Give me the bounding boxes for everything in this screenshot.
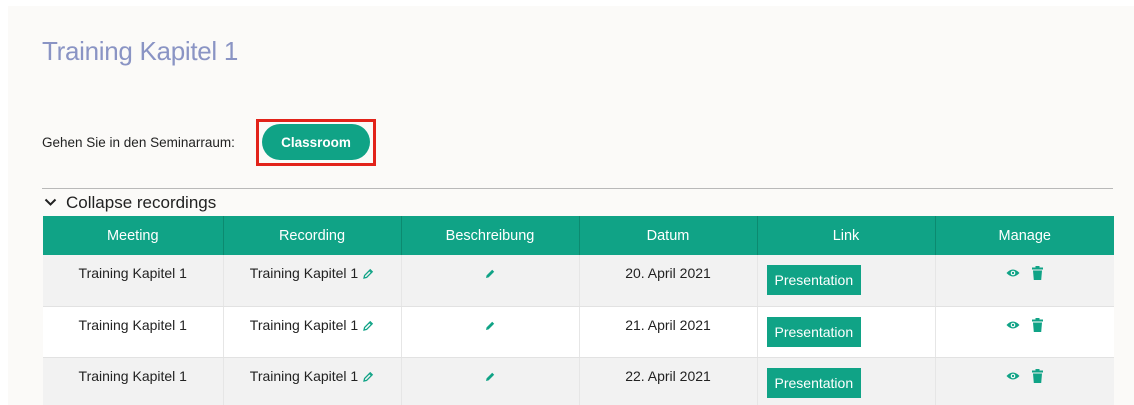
description-cell [401,357,580,405]
pencil-icon[interactable] [362,268,374,280]
pencil-icon[interactable] [484,320,496,332]
table-row: Training Kapitel 1 Training Kapitel 1 21… [43,306,1114,358]
recording-name: Training Kapitel 1 [249,316,359,333]
trash-icon[interactable] [1032,317,1044,332]
manage-cell [935,357,1114,405]
seminar-room-row: Gehen Sie in den Seminarraum: [42,124,235,160]
recording-name: Training Kapitel 1 [249,367,359,384]
manage-cell [935,306,1114,358]
recording-cell: Training Kapitel 1 [223,255,402,307]
description-cell [401,255,580,307]
presentation-button[interactable]: Presentation [766,367,862,398]
column-header-datum: Datum [579,216,758,255]
recordings-table: Meeting Recording Beschreibung Datum Lin… [43,216,1114,405]
classroom-button[interactable]: Classroom [262,124,370,160]
eye-icon[interactable] [1006,371,1020,381]
pencil-icon[interactable] [362,371,374,383]
collapse-recordings-toggle[interactable]: Collapse recordings [44,193,216,213]
page-title: Training Kapitel 1 [42,36,238,66]
meeting-cell: Training Kapitel 1 [43,306,224,358]
eye-icon[interactable] [1006,320,1020,330]
recording-cell: Training Kapitel 1 [223,306,402,358]
trash-icon[interactable] [1032,266,1044,280]
recording-name: Training Kapitel 1 [249,265,359,281]
recording-cell: Training Kapitel 1 [223,357,402,405]
link-cell: Presentation [757,306,936,358]
meeting-cell: Training Kapitel 1 [43,255,224,307]
link-cell: Presentation [757,255,936,307]
column-header-meeting: Meeting [43,216,224,255]
table-row: Training Kapitel 1 Training Kapitel 1 20… [43,255,1114,307]
column-header-beschreibung: Beschreibung [401,216,580,255]
description-cell [401,306,580,358]
date-cell: 20. April 2021 [579,255,758,307]
collapse-recordings-label: Collapse recordings [66,193,217,212]
section-divider [42,188,1113,189]
pencil-icon[interactable] [484,371,496,383]
presentation-button[interactable]: Presentation [766,265,862,295]
trash-icon[interactable] [1032,368,1044,383]
column-header-recording: Recording [223,216,402,255]
date-cell: 22. April 2021 [579,357,758,405]
eye-icon[interactable] [1006,268,1020,278]
chevron-down-icon [44,198,58,208]
presentation-button[interactable]: Presentation [766,316,862,347]
link-cell: Presentation [757,357,936,405]
column-header-manage: Manage [935,216,1114,255]
meeting-cell: Training Kapitel 1 [43,357,224,405]
table-row: Training Kapitel 1 Training Kapitel 1 22… [43,357,1114,405]
pencil-icon[interactable] [484,268,496,280]
date-cell: 21. April 2021 [579,306,758,358]
table-header-row: Meeting Recording Beschreibung Datum Lin… [43,216,1114,255]
manage-cell [935,255,1114,307]
column-header-link: Link [757,216,936,255]
seminar-room-label: Gehen Sie in den Seminarraum: [42,134,235,150]
pencil-icon[interactable] [362,320,374,332]
